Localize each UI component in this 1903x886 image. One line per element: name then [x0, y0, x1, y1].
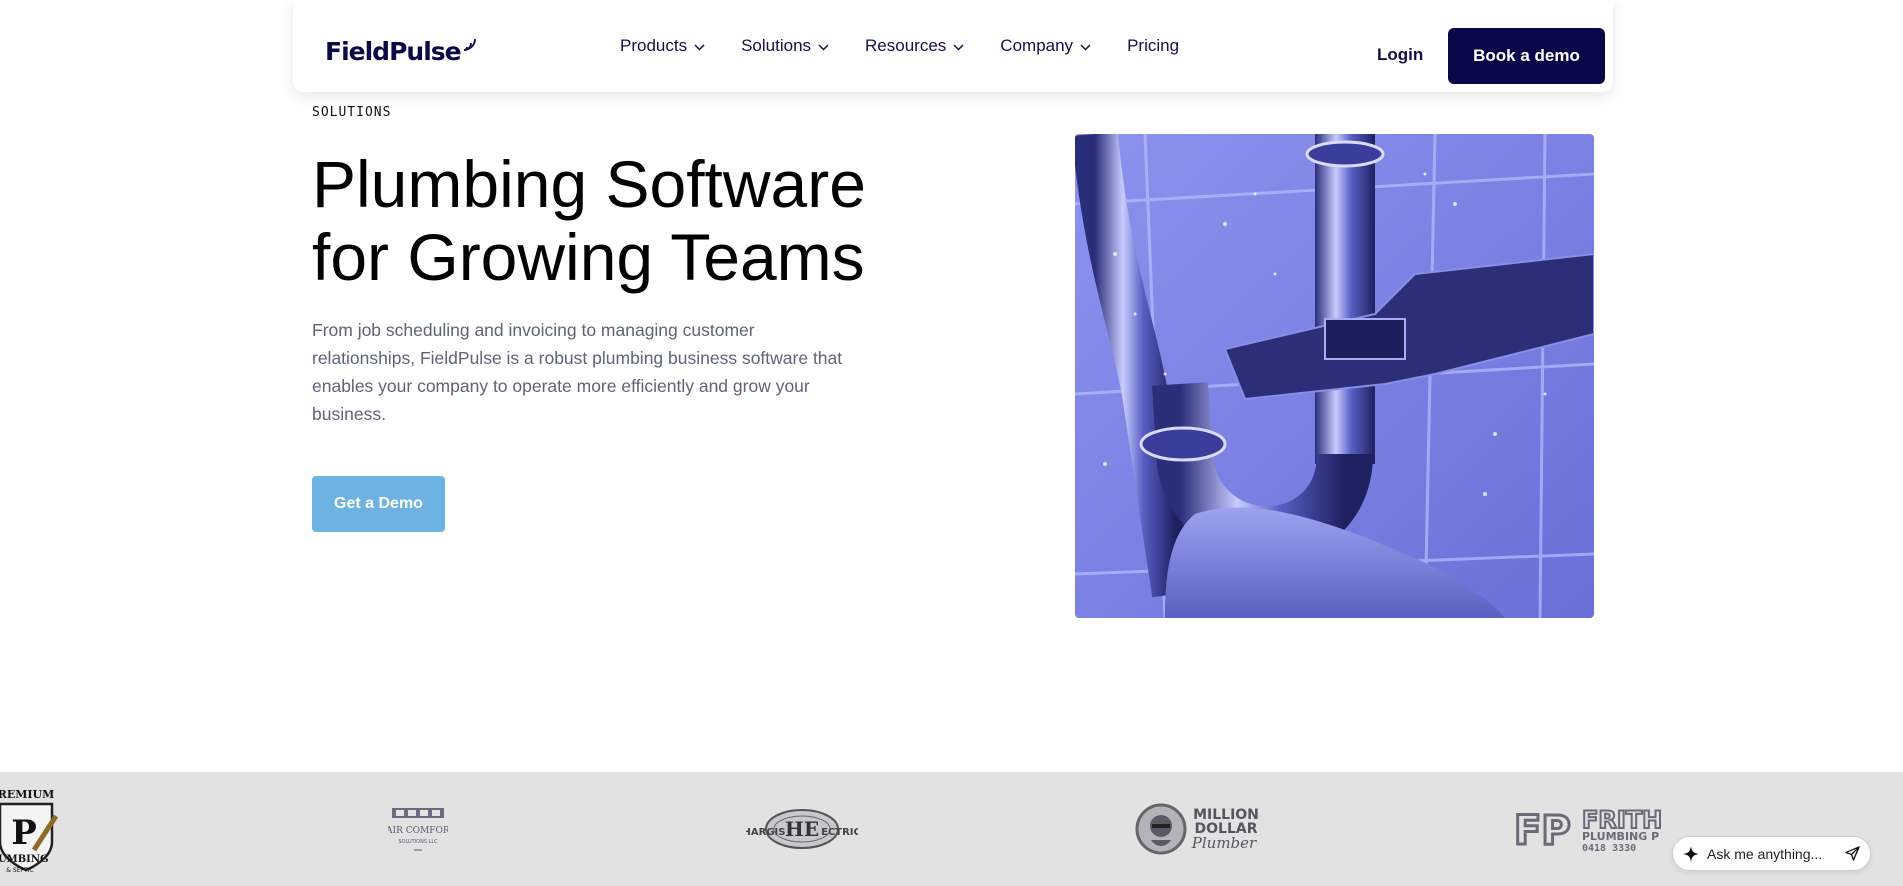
frith-plumbing-logo: FP FRITH PLUMBING P 0418 3330: [1512, 806, 1692, 854]
hargis-left-text: HARGIS: [746, 827, 785, 838]
chevron-down-icon: [818, 43, 829, 51]
logo-wordmark: FieldPulse: [325, 37, 462, 66]
get-demo-button[interactable]: Get a Demo: [312, 476, 445, 532]
customer-logos-strip: REMIUM P LUMBING & SEPTIC FAIR COMFORT S…: [0, 772, 1903, 886]
million-dollar-plumber-logo: MILLION DOLLAR Plumber: [1134, 802, 1270, 856]
page-title: Plumbing Software for Growing Teams: [312, 148, 932, 294]
nav-label: Pricing: [1127, 36, 1180, 55]
premium-top-text: REMIUM: [0, 788, 54, 801]
book-demo-button[interactable]: Book a demo: [1448, 28, 1605, 84]
fair-comfort-logo: FAIR COMFORT SOLUTIONS LLC: [388, 806, 448, 854]
fair-comfort-line2: SOLUTIONS LLC: [398, 839, 438, 845]
chat-input-placeholder[interactable]: Ask me anything...: [1707, 846, 1845, 862]
sparkle-icon: [1683, 845, 1699, 862]
ai-chat-widget[interactable]: Ask me anything...: [1672, 836, 1871, 871]
nav-item-solutions[interactable]: Solutions: [741, 36, 829, 56]
chevron-down-icon: [953, 43, 964, 51]
nav-label: Products: [620, 36, 688, 55]
nav-item-products[interactable]: Products: [620, 36, 705, 56]
chevron-down-icon: [1080, 43, 1091, 51]
plumber-text: Plumber: [1191, 834, 1257, 852]
send-icon[interactable]: [1845, 846, 1860, 861]
fieldpulse-logo[interactable]: FieldPulse: [325, 36, 478, 66]
fair-comfort-line1: FAIR COMFORT: [388, 826, 448, 836]
premium-letter: P: [11, 813, 37, 853]
signal-waves-icon: [463, 38, 476, 51]
hero-plumbing-image: [1075, 134, 1594, 618]
premium-bottom-text: LUMBING: [0, 854, 49, 865]
main-menu: Products Solutions Resources Company Pri…: [620, 0, 1215, 92]
nav-item-resources[interactable]: Resources: [865, 36, 964, 56]
nav-item-pricing[interactable]: Pricing: [1127, 36, 1179, 56]
hargis-electric-logo: HE HARGIS ECTRIC: [746, 808, 858, 850]
title-line-2: for Growing Teams: [312, 220, 865, 294]
chevron-down-icon: [694, 43, 705, 51]
premium-plumbing-logo: REMIUM P LUMBING & SEPTIC: [0, 782, 65, 877]
nav-label: Company: [1000, 36, 1074, 55]
frith-monogram: FP: [1514, 808, 1571, 854]
top-navigation: FieldPulse Products Solutions Resources …: [293, 0, 1613, 92]
title-line-1: Plumbing Software: [312, 147, 866, 221]
frith-subtitle: PLUMBING P: [1582, 830, 1659, 843]
nav-item-company[interactable]: Company: [1000, 36, 1091, 56]
nav-label: Solutions: [741, 36, 812, 55]
frith-phone: 0418 3330: [1582, 843, 1636, 854]
plumber-pipe-illustration: [1075, 134, 1594, 618]
login-link[interactable]: Login: [1377, 45, 1423, 65]
nav-label: Resources: [865, 36, 947, 55]
section-eyebrow: SOLUTIONS: [312, 105, 392, 120]
hargis-monogram: HE: [785, 817, 819, 841]
hero-description: From job scheduling and invoicing to man…: [312, 320, 843, 424]
hargis-right-text: ECTRIC: [821, 827, 858, 838]
premium-sub-text: & SEPTIC: [6, 867, 33, 874]
